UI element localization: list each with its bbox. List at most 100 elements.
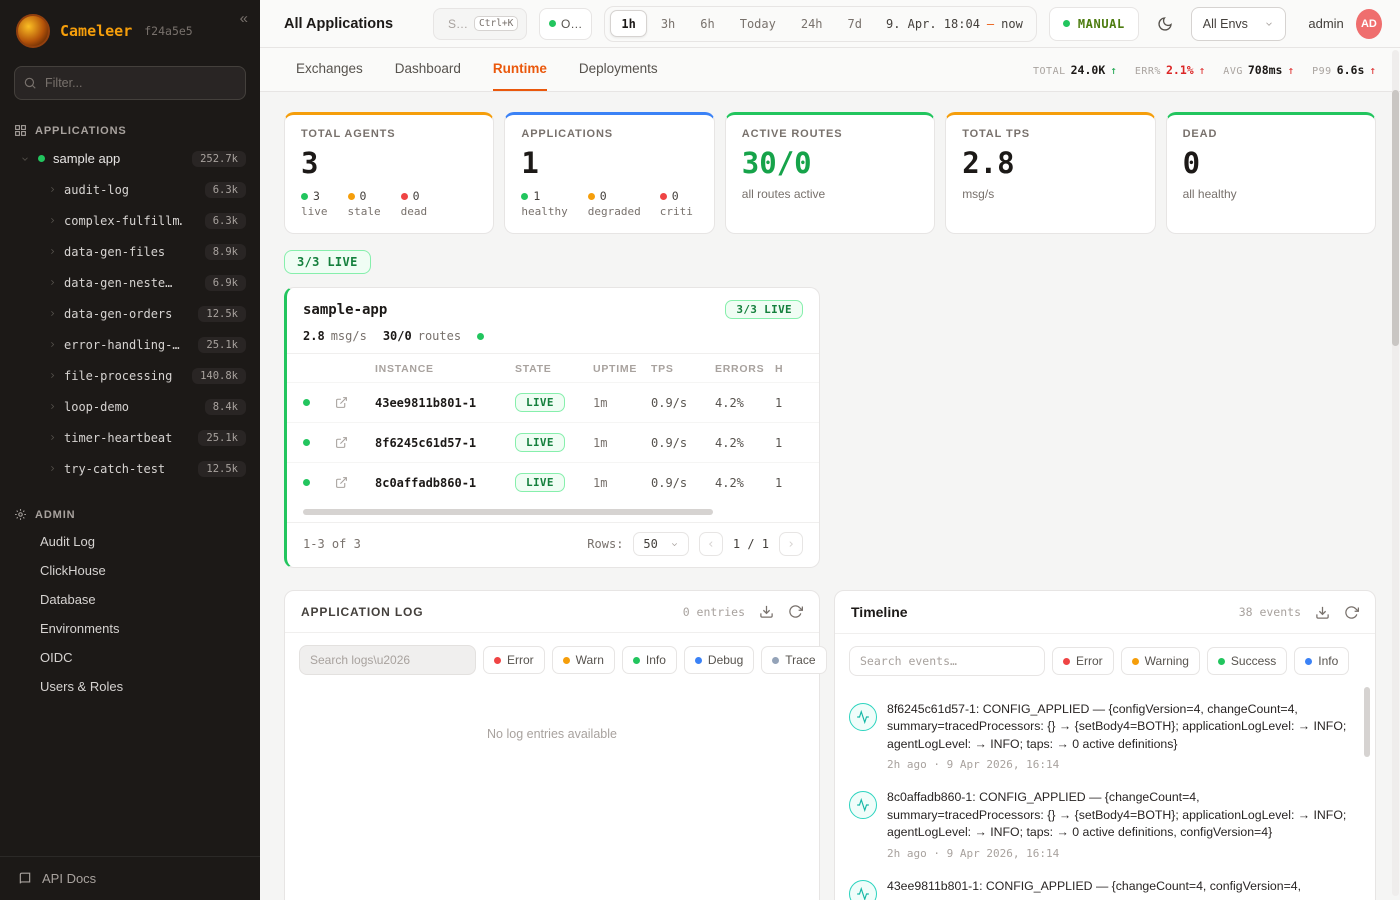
external-link-icon[interactable] bbox=[335, 476, 375, 489]
range-start: 9. Apr. 18:04 bbox=[886, 17, 980, 31]
refresh-icon[interactable] bbox=[788, 604, 803, 619]
timeline-search-input[interactable] bbox=[849, 646, 1045, 676]
timeline-title: Timeline bbox=[851, 604, 908, 620]
sidebar-item-oidc[interactable]: OIDC bbox=[0, 643, 260, 672]
application-card: sample-app 3/3 LIVE 2.8msg/s 30/0routes … bbox=[284, 287, 820, 568]
sidebar-item-database[interactable]: Database bbox=[0, 585, 260, 614]
external-link-icon[interactable] bbox=[335, 396, 375, 409]
filter-trace[interactable]: Trace bbox=[761, 646, 826, 674]
prev-page-button[interactable]: ‹ bbox=[699, 532, 723, 556]
instance-row[interactable]: 43ee9811b801-1 LIVE 1m 0.9/s 4.2% 1 bbox=[287, 382, 819, 422]
rows-per-page-select[interactable]: 50 bbox=[633, 532, 688, 556]
tab-dashboard[interactable]: Dashboard bbox=[395, 48, 461, 91]
dead-dot bbox=[401, 193, 408, 200]
scrollbar-thumb[interactable] bbox=[1364, 687, 1370, 757]
errors-value: 4.2% bbox=[715, 476, 775, 490]
tree-item-count: 6.3k bbox=[205, 213, 246, 229]
stat-card-subtitle: all routes active bbox=[742, 187, 918, 201]
download-icon[interactable] bbox=[759, 604, 774, 619]
api-docs-link[interactable]: API Docs bbox=[0, 856, 260, 900]
instance-row[interactable]: 8f6245c61d57-1 LIVE 1m 0.9/s 4.2% 1 bbox=[287, 422, 819, 462]
range-7d[interactable]: 7d bbox=[837, 10, 873, 37]
instance-status-dot bbox=[303, 399, 310, 406]
filter-error[interactable]: Error bbox=[1052, 647, 1114, 675]
tab-runtime[interactable]: Runtime bbox=[493, 48, 547, 91]
up-arrow-icon: ↑ bbox=[1287, 64, 1294, 77]
sidebar-collapse-button[interactable]: « bbox=[240, 10, 248, 27]
page-scrollbar[interactable] bbox=[1392, 50, 1399, 896]
info-dot bbox=[633, 657, 640, 664]
filter-warning[interactable]: Warning bbox=[1121, 647, 1200, 675]
sidebar-tree-item[interactable]: complex-fulfillm… 6.3k bbox=[0, 205, 260, 236]
filter-input[interactable] bbox=[14, 66, 246, 100]
range-24h[interactable]: 24h bbox=[790, 10, 834, 37]
sidebar-item-sample-app[interactable]: sample app 252.7k bbox=[0, 143, 260, 174]
manual-refresh-button[interactable]: MANUAL bbox=[1049, 7, 1139, 41]
application-live-pill: 3/3 LIVE bbox=[725, 300, 803, 319]
range-today[interactable]: Today bbox=[729, 10, 787, 37]
stat-card-total-agents: TOTAL AGENTS 3 3live 0stale 0dead bbox=[284, 112, 494, 234]
refresh-icon[interactable] bbox=[1344, 605, 1359, 620]
application-name[interactable]: sample-app bbox=[303, 302, 387, 318]
timeline-event[interactable]: 43ee9811b801-1: CONFIG_APPLIED — {change… bbox=[849, 869, 1357, 900]
api-docs-label: API Docs bbox=[42, 871, 96, 886]
sidebar-tree-item[interactable]: try-catch-test 12.5k bbox=[0, 453, 260, 484]
sidebar-tree-item[interactable]: audit-log 6.3k bbox=[0, 174, 260, 205]
filter-info[interactable]: Info bbox=[622, 646, 677, 674]
chevron-right-icon bbox=[48, 340, 57, 349]
sidebar-item-audit-log[interactable]: Audit Log bbox=[0, 527, 260, 556]
filter-warn[interactable]: Warn bbox=[552, 646, 615, 674]
sidebar-item-users-roles[interactable]: Users & Roles bbox=[0, 672, 260, 701]
kpi-avg: AVG708ms↑ bbox=[1223, 63, 1294, 77]
activity-icon bbox=[849, 791, 877, 819]
tab-exchanges[interactable]: Exchanges bbox=[296, 48, 363, 91]
range-6h[interactable]: 6h bbox=[689, 10, 725, 37]
environment-select[interactable]: All Envs bbox=[1191, 7, 1287, 41]
sidebar-tree-item[interactable]: data-gen-files 8.9k bbox=[0, 236, 260, 267]
sidebar-tree-item[interactable]: timer-heartbeat 25.1k bbox=[0, 422, 260, 453]
global-search-button[interactable]: S… Ctrl+K bbox=[433, 8, 527, 40]
avatar[interactable]: AD bbox=[1356, 9, 1382, 39]
stat-card-value: 30/0 bbox=[742, 146, 918, 180]
sidebar-item-clickhouse[interactable]: ClickHouse bbox=[0, 556, 260, 585]
filter-success[interactable]: Success bbox=[1207, 647, 1287, 675]
sidebar-tree-item[interactable]: loop-demo 8.4k bbox=[0, 391, 260, 422]
app-root: Cameleer f24a5e5 « APPLICATIONS sample a… bbox=[0, 0, 1400, 900]
dark-mode-toggle[interactable] bbox=[1151, 8, 1179, 40]
timeline-event[interactable]: 8f6245c61d57-1: CONFIG_APPLIED — {config… bbox=[849, 692, 1357, 780]
instance-row[interactable]: 8c0affadb860-1 LIVE 1m 0.9/s 4.2% 1 bbox=[287, 462, 819, 502]
tree-item-label: data-gen-neste… bbox=[64, 276, 172, 290]
up-arrow-icon: ↑ bbox=[1199, 64, 1206, 77]
filter-error[interactable]: Error bbox=[483, 646, 545, 674]
download-icon[interactable] bbox=[1315, 605, 1330, 620]
range-dates[interactable]: 9. Apr. 18:04 — now bbox=[886, 17, 1023, 31]
sidebar-tree-item[interactable]: data-gen-orders 12.5k bbox=[0, 298, 260, 329]
range-1h[interactable]: 1h bbox=[610, 10, 646, 37]
log-entries-count: 0 entries bbox=[683, 605, 745, 619]
filter-info[interactable]: Info bbox=[1294, 647, 1349, 675]
search-icon bbox=[23, 76, 37, 90]
sidebar-tree-item[interactable]: error-handling-… 25.1k bbox=[0, 329, 260, 360]
errors-value: 4.2% bbox=[715, 436, 775, 450]
range-3h[interactable]: 3h bbox=[650, 10, 686, 37]
stat-card-applications: APPLICATIONS 1 1healthy 0degraded 0criti bbox=[504, 112, 714, 234]
horizontal-scrollbar[interactable] bbox=[303, 509, 803, 515]
online-status-chip[interactable]: O… bbox=[539, 8, 592, 40]
scrollbar-thumb[interactable] bbox=[303, 509, 713, 515]
next-page-button[interactable]: › bbox=[779, 532, 803, 556]
external-link-icon[interactable] bbox=[335, 436, 375, 449]
sidebar-item-environments[interactable]: Environments bbox=[0, 614, 260, 643]
scrollbar-thumb[interactable] bbox=[1392, 90, 1399, 346]
tps-value: 0.9/s bbox=[651, 396, 715, 410]
tab-deployments[interactable]: Deployments bbox=[579, 48, 658, 91]
brand-id: f24a5e5 bbox=[144, 24, 192, 38]
timeline-event[interactable]: 8c0affadb860-1: CONFIG_APPLIED — {change… bbox=[849, 780, 1357, 868]
up-arrow-icon: ↑ bbox=[1110, 64, 1117, 77]
timeline-scrollbar[interactable] bbox=[1364, 687, 1370, 900]
log-search-input[interactable] bbox=[299, 645, 476, 675]
filter-debug[interactable]: Debug bbox=[684, 646, 754, 674]
uptime-value: 1m bbox=[593, 396, 651, 410]
stat-card-title: APPLICATIONS bbox=[521, 128, 697, 140]
sidebar-tree-item[interactable]: data-gen-neste… 6.9k bbox=[0, 267, 260, 298]
sidebar-tree-item[interactable]: file-processing 140.8k bbox=[0, 360, 260, 391]
